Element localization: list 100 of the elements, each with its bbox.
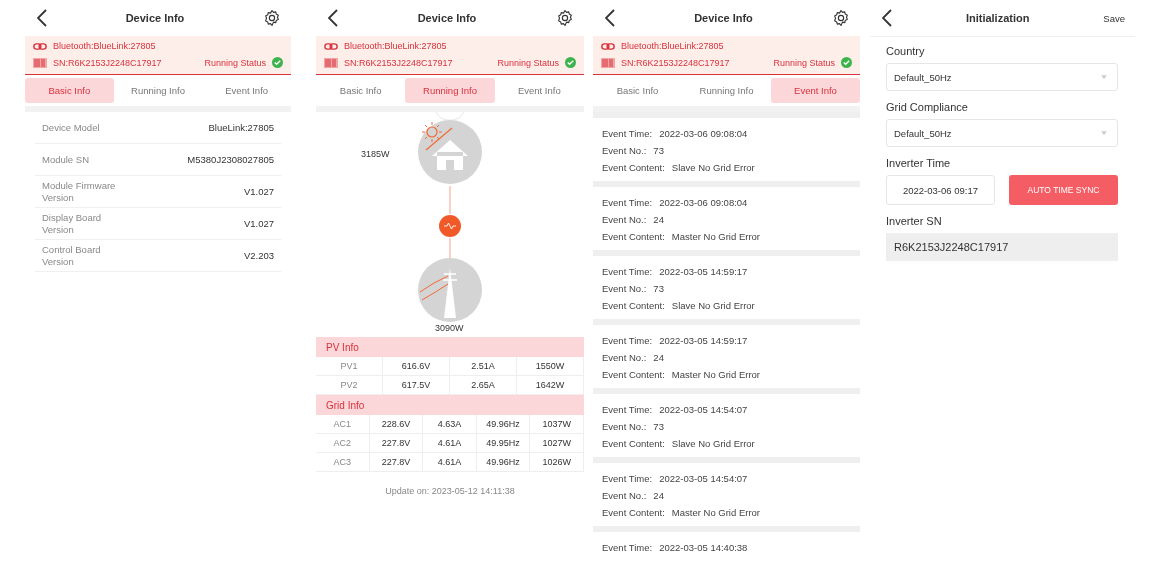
dropdown-caret-icon bbox=[1101, 131, 1107, 135]
field-label: Country bbox=[886, 45, 926, 57]
event-value: 2022-03-05 14:54:07 bbox=[659, 403, 748, 415]
back-icon[interactable] bbox=[328, 9, 338, 27]
tab[interactable]: Running Info bbox=[113, 78, 203, 103]
auto-sync-button[interactable]: AUTO TIME SYNC bbox=[1009, 175, 1118, 205]
barcode-icon bbox=[324, 57, 338, 68]
barcode-icon bbox=[33, 57, 47, 68]
serial-number: SN:R6K2153J2248C17917 bbox=[344, 57, 453, 68]
table-cell: 617.5V bbox=[383, 376, 450, 394]
event-value: 2022-03-05 14:40:38 bbox=[659, 541, 748, 553]
table-cell: AC2 bbox=[316, 434, 370, 452]
check-icon bbox=[565, 57, 576, 68]
event-value: 2022-03-06 09:08:04 bbox=[659, 127, 748, 139]
bluetooth-label: Bluetooth:BlueLink:27805 bbox=[344, 41, 447, 51]
tab[interactable]: Basic Info bbox=[316, 78, 406, 103]
check-icon bbox=[841, 57, 852, 68]
event-value: 24 bbox=[653, 489, 664, 501]
section-header: Grid Info bbox=[316, 395, 584, 415]
settings-icon[interactable] bbox=[556, 9, 574, 27]
event-value: Slave No Grid Error bbox=[671, 299, 755, 311]
settings-icon[interactable] bbox=[263, 9, 281, 27]
table-cell: 1027W bbox=[530, 434, 584, 452]
field-label: Inverter SN bbox=[886, 215, 943, 227]
event-value: 2022-03-05 14:59:17 bbox=[659, 334, 748, 346]
section-header: PV Info bbox=[316, 337, 584, 357]
tab[interactable]: Running Info bbox=[405, 78, 495, 103]
event-value: 2022-03-06 09:08:04 bbox=[659, 196, 748, 208]
event-label: Event No.: bbox=[602, 282, 647, 294]
event-label: Event Content: bbox=[602, 230, 665, 242]
table-cell: 2.51A bbox=[450, 357, 517, 375]
dropdown-field[interactable]: Default_50Hz bbox=[886, 63, 1118, 91]
table-cell: 1026W bbox=[530, 453, 584, 471]
running-status: Running Status bbox=[773, 57, 835, 68]
link-icon bbox=[601, 42, 615, 50]
tab[interactable]: Basic Info bbox=[25, 78, 114, 103]
screen-title: Device Info bbox=[125, 12, 185, 24]
settings-icon[interactable] bbox=[832, 9, 850, 27]
event-label: Event Time: bbox=[602, 127, 653, 139]
table-cell: 1037W bbox=[530, 415, 584, 433]
info-label: Device Model bbox=[42, 121, 101, 134]
running-status: Running Status bbox=[204, 57, 266, 68]
event-value: Slave No Grid Error bbox=[671, 161, 755, 173]
event-label: Event No.: bbox=[602, 489, 647, 501]
back-icon[interactable] bbox=[37, 9, 47, 27]
dropdown-caret-icon bbox=[1101, 75, 1107, 79]
table-cell: 49.96Hz bbox=[476, 453, 531, 471]
table-cell: 227.8V bbox=[369, 453, 424, 471]
bluetooth-label: Bluetooth:BlueLink:27805 bbox=[53, 41, 156, 51]
info-value: V1.027 bbox=[243, 186, 274, 197]
info-value: V1.027 bbox=[243, 218, 274, 229]
serial-number-field: R6K2153J2248C17917 bbox=[886, 233, 1118, 261]
event-value: 2022-03-05 14:54:07 bbox=[659, 472, 748, 484]
event-value: Master No Grid Error bbox=[671, 506, 760, 518]
event-label: Event Content: bbox=[602, 368, 665, 380]
table-cell: 228.6V bbox=[369, 415, 424, 433]
back-icon[interactable] bbox=[605, 9, 615, 27]
screen-title: Device Info bbox=[417, 12, 477, 24]
tab[interactable]: Event Info bbox=[771, 78, 860, 103]
save-button[interactable]: Save bbox=[1103, 12, 1125, 24]
event-label: Event Content: bbox=[602, 299, 665, 311]
info-value: M5380J2308027805 bbox=[187, 154, 274, 165]
screen-title: Device Info bbox=[694, 12, 753, 24]
event-value: Master No Grid Error bbox=[671, 230, 760, 242]
info-label: Module SN bbox=[42, 153, 90, 166]
event-label: Event No.: bbox=[602, 213, 647, 225]
tab[interactable]: Running Info bbox=[682, 78, 771, 103]
dropdown-field[interactable]: Default_50Hz bbox=[886, 119, 1118, 147]
event-label: Event Content: bbox=[602, 161, 665, 173]
table-cell: 4.61A bbox=[423, 453, 477, 471]
event-label: Event Time: bbox=[602, 472, 653, 484]
event-label: Event No.: bbox=[602, 351, 647, 363]
event-value: 24 bbox=[653, 351, 664, 363]
back-icon[interactable] bbox=[882, 9, 892, 27]
table-cell: 4.61A bbox=[423, 434, 477, 452]
event-label: Event Time: bbox=[602, 265, 653, 277]
time-field[interactable]: 2022-03-06 09:17 bbox=[886, 175, 995, 205]
tab[interactable]: Event Info bbox=[494, 78, 584, 103]
event-label: Event Time: bbox=[602, 403, 653, 415]
screen-title: Initialization bbox=[965, 12, 1030, 24]
solar-house-icon bbox=[418, 120, 482, 184]
field-label: Inverter Time bbox=[886, 157, 952, 169]
event-label: Event Content: bbox=[602, 437, 665, 449]
event-label: Event Time: bbox=[602, 334, 653, 346]
info-value: V2.203 bbox=[243, 250, 274, 261]
table-cell: 2.65A bbox=[450, 376, 517, 394]
event-value: 73 bbox=[653, 144, 664, 156]
check-icon bbox=[272, 57, 283, 68]
info-label: Control Board Version bbox=[42, 243, 102, 268]
table-cell: 1642W bbox=[517, 376, 584, 394]
info-value: BlueLink:27805 bbox=[208, 122, 274, 133]
table-cell: 49.96Hz bbox=[476, 415, 531, 433]
tab[interactable]: Event Info bbox=[202, 78, 291, 103]
update-time: Update on: 2023-05-12 14:11:38 bbox=[384, 486, 516, 496]
tab[interactable]: Basic Info bbox=[593, 78, 682, 103]
link-icon bbox=[33, 42, 47, 50]
inverter-icon bbox=[439, 215, 461, 237]
table-cell: 616.6V bbox=[383, 357, 450, 375]
grid-power: 3090W bbox=[435, 323, 464, 333]
table-cell: PV1 bbox=[316, 357, 383, 375]
